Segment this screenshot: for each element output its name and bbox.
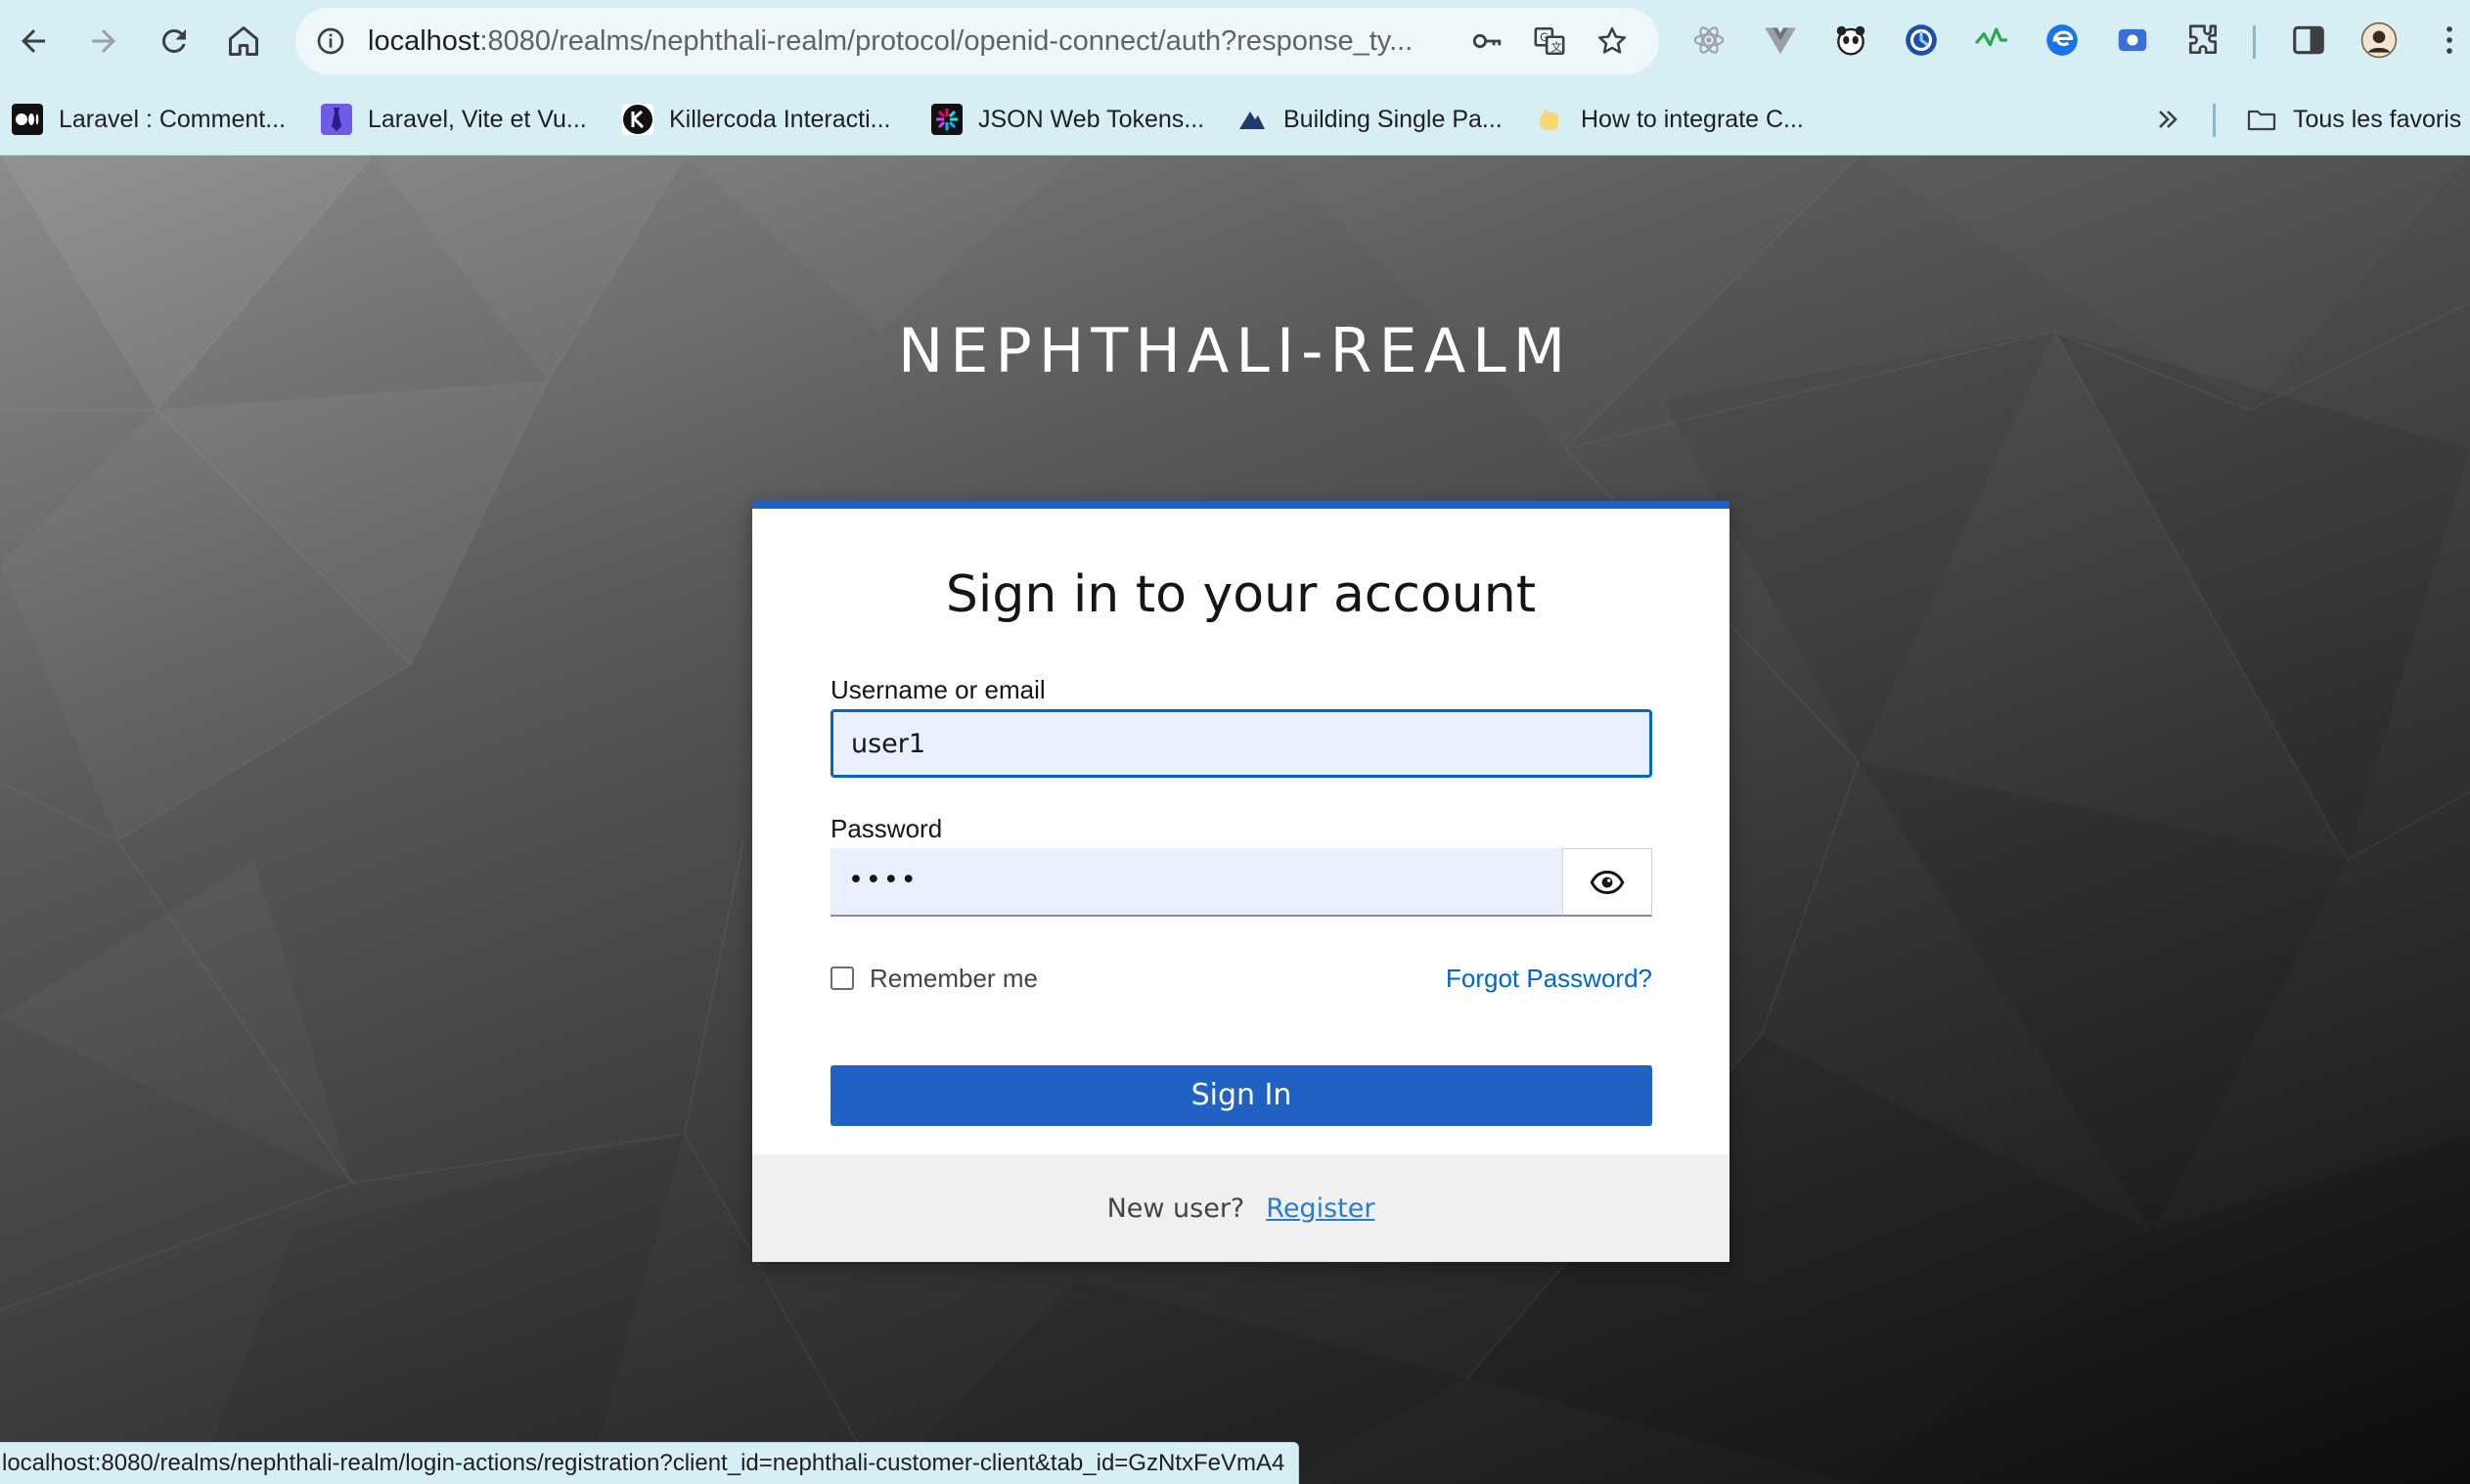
forward-button[interactable] bbox=[76, 14, 131, 68]
url-text[interactable]: localhost:8080/realms/nephthali-realm/pr… bbox=[368, 8, 1463, 74]
devtools-extension-icon[interactable] bbox=[1899, 18, 1944, 63]
toolbar-separator bbox=[2253, 25, 2256, 59]
register-footer: New user? Register bbox=[752, 1154, 1729, 1262]
bookmark-item[interactable]: JSON Web Tokens... bbox=[931, 94, 1204, 145]
all-bookmarks-folder[interactable]: Tous les favoris bbox=[2246, 94, 2461, 145]
react-devtools-extension-icon[interactable] bbox=[1686, 18, 1731, 63]
bookmark-item[interactable]: Laravel : Comment... bbox=[12, 94, 286, 145]
medium-icon bbox=[12, 104, 43, 135]
bookmark-item[interactable]: Laravel, Vite et Vu... bbox=[321, 94, 587, 145]
bookmark-item[interactable]: Killercoda Interacti... bbox=[622, 94, 891, 145]
username-label: Username or email bbox=[831, 675, 1046, 704]
all-bookmarks-label: Tous les favoris bbox=[2293, 105, 2462, 133]
svg-text:G: G bbox=[1540, 30, 1549, 44]
bookmark-star-icon[interactable] bbox=[1591, 20, 1634, 63]
back-button[interactable] bbox=[6, 14, 61, 68]
show-password-button[interactable] bbox=[1562, 848, 1652, 917]
extensions-puzzle-icon[interactable] bbox=[2180, 18, 2225, 63]
arrow-left-icon bbox=[22, 29, 45, 53]
activity-extension-icon[interactable] bbox=[1969, 18, 2014, 63]
translate-icon[interactable]: G文 bbox=[1528, 20, 1571, 63]
vue-devtools-extension-icon[interactable] bbox=[1758, 18, 1803, 63]
mountain-icon bbox=[1236, 104, 1268, 135]
svg-text:文: 文 bbox=[1550, 40, 1561, 54]
sign-in-button[interactable]: Sign In bbox=[831, 1065, 1652, 1126]
folder-icon bbox=[2246, 104, 2277, 135]
reload-icon bbox=[161, 28, 186, 53]
password-label: Password bbox=[831, 814, 943, 843]
bookmark-label: Building Single Pa... bbox=[1283, 105, 1503, 133]
login-card: Sign in to your account Username or emai… bbox=[752, 501, 1729, 1262]
status-bar-url: localhost:8080/realms/nephthali-realm/lo… bbox=[0, 1442, 1300, 1484]
bookmarks-bar: Laravel : Comment... Laravel, Vite et Vu… bbox=[0, 94, 2470, 145]
remember-me[interactable]: Remember me bbox=[831, 959, 1038, 998]
bookmarks-separator bbox=[2213, 104, 2216, 137]
double-chevron-right-icon bbox=[2152, 104, 2183, 135]
home-button[interactable] bbox=[216, 14, 271, 68]
login-page: NEPHTHALI-REALM Sign in to your account … bbox=[0, 156, 2470, 1484]
password-key-icon[interactable] bbox=[1465, 20, 1508, 63]
hand-icon bbox=[1534, 104, 1565, 135]
panda-extension-icon[interactable] bbox=[1828, 18, 1873, 63]
bookmark-item[interactable]: Building Single Pa... bbox=[1236, 94, 1503, 145]
realm-title: NEPHTHALI-REALM bbox=[897, 315, 1573, 386]
forgot-password-link[interactable]: Forgot Password? bbox=[1446, 959, 1652, 998]
site-info-icon[interactable] bbox=[309, 20, 352, 63]
bookmark-label: Laravel, Vite et Vu... bbox=[368, 105, 587, 133]
password-input[interactable]: •••• bbox=[831, 848, 1562, 917]
remember-me-checkbox[interactable] bbox=[831, 967, 854, 990]
register-link[interactable]: Register bbox=[1266, 1193, 1374, 1224]
profile-avatar[interactable] bbox=[2357, 18, 2402, 63]
url-path: :8080/realms/nephthali-realm/protocol/op… bbox=[479, 25, 1414, 57]
browser-menu-icon[interactable] bbox=[2427, 18, 2470, 63]
login-heading: Sign in to your account bbox=[945, 565, 1537, 624]
browser-toolbar: localhost:8080/realms/nephthali-realm/pr… bbox=[0, 0, 2470, 82]
bookmark-label: Laravel : Comment... bbox=[59, 105, 287, 133]
bookmark-item[interactable]: How to integrate C... bbox=[1534, 94, 1804, 145]
username-input[interactable]: user1 bbox=[831, 709, 1652, 778]
killercoda-icon bbox=[622, 104, 653, 135]
reload-button[interactable] bbox=[147, 14, 202, 68]
bookmark-label: How to integrate C... bbox=[1581, 105, 1804, 133]
jwt-icon bbox=[931, 104, 963, 135]
new-user-text: New user? bbox=[1106, 1192, 1245, 1224]
side-panel-icon[interactable] bbox=[2286, 18, 2331, 63]
edge-extension-icon[interactable] bbox=[2040, 18, 2085, 63]
arrow-right-icon bbox=[92, 29, 115, 53]
home-icon bbox=[229, 26, 258, 56]
tie-icon bbox=[321, 104, 352, 135]
browser-chrome: localhost:8080/realms/nephthali-realm/pr… bbox=[0, 0, 2470, 156]
address-bar[interactable]: localhost:8080/realms/nephthali-realm/pr… bbox=[295, 8, 1659, 74]
bookmark-label: Killercoda Interacti... bbox=[669, 105, 891, 133]
url-host: localhost bbox=[368, 25, 480, 57]
screen-capture-extension-icon[interactable] bbox=[2110, 18, 2155, 63]
bookmark-label: JSON Web Tokens... bbox=[978, 105, 1205, 133]
eye-icon bbox=[1590, 870, 1625, 894]
remember-me-label: Remember me bbox=[870, 963, 1038, 993]
more-bookmarks-button[interactable] bbox=[2152, 94, 2199, 145]
